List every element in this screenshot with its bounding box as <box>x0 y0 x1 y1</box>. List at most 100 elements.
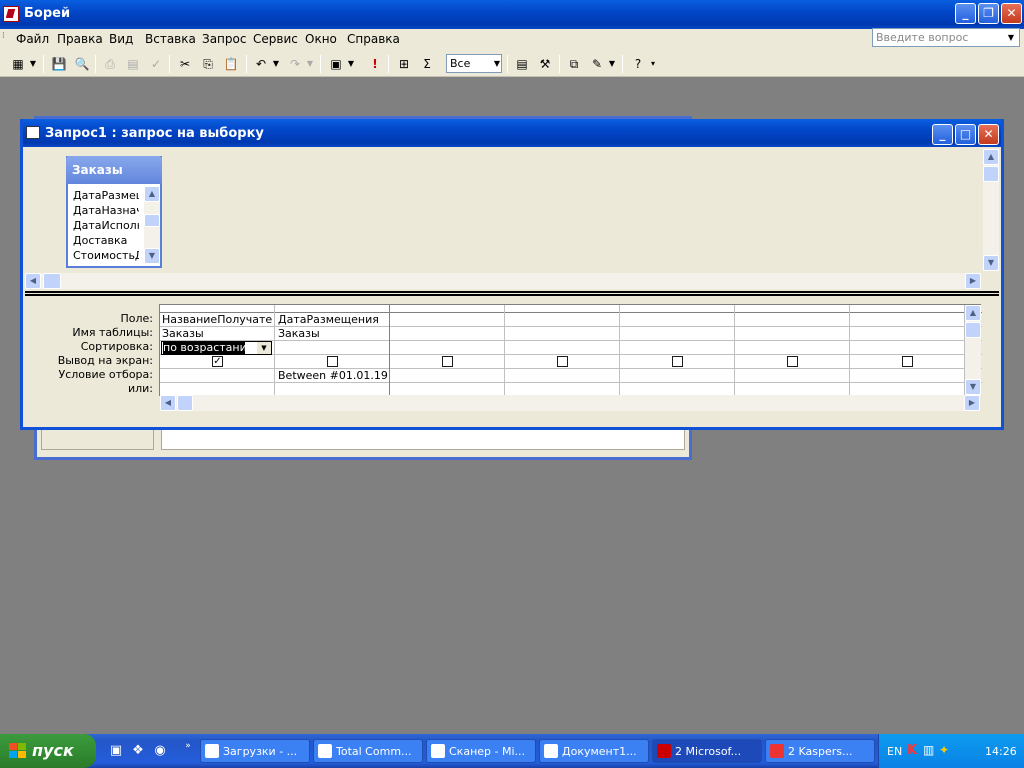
show-checkbox[interactable] <box>787 356 798 367</box>
menu-window[interactable]: Окно <box>305 32 337 46</box>
query-maximize-button[interactable]: □ <box>955 124 976 145</box>
datasheet-view-icon[interactable]: ▦ <box>9 55 27 73</box>
paste-icon[interactable]: 📋 <box>222 55 240 73</box>
help-icon[interactable]: ? <box>629 55 647 73</box>
chevron-down-icon[interactable]: ▼ <box>305 55 315 73</box>
chevron-down-icon[interactable]: ▼ <box>607 55 617 73</box>
grid-table-cell[interactable]: Заказы <box>162 327 272 340</box>
scroll-thumb[interactable] <box>177 395 193 411</box>
tray-app-icon[interactable]: ✦ <box>939 743 949 757</box>
show-checkbox[interactable] <box>672 356 683 367</box>
taskbar-button-label: Загрузки - ... <box>223 745 298 758</box>
chevron-down-icon[interactable]: ▼ <box>28 55 38 73</box>
taskbar-button[interactable]: Total Comm... <box>313 739 423 763</box>
restore-button[interactable]: ❐ <box>978 3 999 24</box>
build-icon[interactable]: ⚒ <box>536 55 554 73</box>
show-checkbox[interactable] <box>902 356 913 367</box>
query-close-button[interactable]: ✕ <box>978 124 999 145</box>
chevron-down-icon[interactable]: ▼ <box>1004 29 1018 46</box>
run-icon[interactable]: ! <box>366 55 384 73</box>
grid-hscroll[interactable]: ◀ ▶ <box>160 395 980 411</box>
new-object-icon[interactable]: ✎ <box>588 55 606 73</box>
scroll-left-icon[interactable]: ◀ <box>160 395 176 411</box>
pane-splitter[interactable] <box>25 291 999 296</box>
menu-file[interactable]: Файл <box>16 32 49 46</box>
show-checkbox[interactable] <box>327 356 338 367</box>
sort-dropdown[interactable]: по возрастанию ▼ <box>161 341 272 355</box>
taskbar-button[interactable]: Документ1... <box>539 739 649 763</box>
chevron-down-icon[interactable]: ▾ <box>648 55 658 73</box>
minimize-button[interactable]: _ <box>955 3 976 24</box>
copy-icon[interactable]: ⎘ <box>199 55 217 73</box>
menu-tools[interactable]: Сервис <box>253 32 298 46</box>
language-indicator[interactable]: EN <box>887 745 902 758</box>
scroll-up-icon[interactable]: ▲ <box>965 305 981 321</box>
clock[interactable]: 14:26 <box>985 745 1017 758</box>
show-checkbox[interactable] <box>442 356 453 367</box>
menu-insert[interactable]: Вставка <box>145 32 196 46</box>
spelling-icon[interactable]: ✓ <box>147 55 165 73</box>
taskbar-button[interactable]: 2 Kaspers... <box>765 739 875 763</box>
menu-help[interactable]: Справка <box>347 32 400 46</box>
show-checkbox[interactable]: ✓ <box>212 356 223 367</box>
taskbar-button[interactable]: Загрузки - ... <box>200 739 310 763</box>
quicklaunch-app-icon[interactable]: ❖ <box>130 743 146 759</box>
chevron-down-icon[interactable]: ▼ <box>271 55 281 73</box>
scroll-down-icon[interactable]: ▼ <box>983 255 999 271</box>
toolbar-separator <box>622 55 623 73</box>
scroll-thumb[interactable] <box>983 166 999 182</box>
menu-query[interactable]: Запрос <box>202 32 246 46</box>
row-label-field: Поле: <box>120 312 153 325</box>
print-icon[interactable]: ⎙ <box>101 55 119 73</box>
database-window-icon[interactable]: ⧉ <box>565 55 583 73</box>
scroll-down-icon[interactable]: ▼ <box>965 379 981 395</box>
grid-table-cell[interactable]: Заказы <box>278 327 388 340</box>
chevron-down-icon[interactable]: ▼ <box>257 342 271 354</box>
save-icon[interactable]: 💾 <box>50 55 68 73</box>
chevron-down-icon[interactable]: ▼ <box>494 55 500 72</box>
quicklaunch-media-icon[interactable]: ◉ <box>152 743 168 759</box>
chevron-down-icon[interactable]: ▼ <box>346 55 356 73</box>
query-design-window: Запрос1 : запрос на выборку _ □ ✕ Заказы… <box>20 119 1004 430</box>
quicklaunch-save-icon[interactable]: ▣ <box>108 743 124 759</box>
network-tray-icon[interactable]: ▥ <box>923 743 934 757</box>
start-button[interactable]: пуск <box>0 734 96 768</box>
quicklaunch-expand-icon[interactable]: » <box>180 738 196 754</box>
ask-question-placeholder: Введите вопрос <box>876 31 969 44</box>
toolbar-separator <box>43 55 44 73</box>
undo-icon[interactable]: ↶ <box>252 55 270 73</box>
properties-icon[interactable]: ▤ <box>513 55 531 73</box>
close-button[interactable]: ✕ <box>1001 3 1022 24</box>
scroll-right-icon[interactable]: ▶ <box>964 395 980 411</box>
scroll-thumb[interactable] <box>965 322 981 338</box>
query-minimize-button[interactable]: _ <box>932 124 953 145</box>
grid-field-cell[interactable]: НазваниеПолучателя <box>162 313 272 326</box>
table-pane-hscroll[interactable]: ◀ ▶ <box>25 273 981 289</box>
taskbar-button[interactable]: Сканер - Mi... <box>426 739 536 763</box>
scroll-right-icon[interactable]: ▶ <box>965 273 981 289</box>
row-label-table: Имя таблицы: <box>72 326 153 339</box>
ask-question-box[interactable]: Введите вопрос ▼ <box>872 28 1020 47</box>
print-preview-icon[interactable]: 🔍 <box>73 55 91 73</box>
menu-view[interactable]: Вид <box>109 32 133 46</box>
grid-vscroll[interactable]: ▲ ▼ <box>965 305 981 396</box>
show-checkbox[interactable] <box>557 356 568 367</box>
grid-criteria-cell[interactable]: Between #01.01.1998# And #31.12.1998# <box>278 369 388 382</box>
redo-icon[interactable]: ↷ <box>286 55 304 73</box>
grid-field-cell[interactable]: ДатаРазмещения <box>278 313 388 326</box>
taskbar-button-active[interactable]: 2 Microsof... <box>652 739 762 763</box>
totals-icon[interactable]: Σ <box>418 55 436 73</box>
app-title: Борей <box>24 6 71 21</box>
menu-edit[interactable]: Правка <box>57 32 103 46</box>
access-app-icon[interactable] <box>3 6 19 22</box>
cut-icon[interactable]: ✂ <box>176 55 194 73</box>
scroll-up-icon[interactable]: ▲ <box>983 149 999 165</box>
show-table-icon[interactable]: ⊞ <box>395 55 413 73</box>
top-values-combo[interactable]: Все ▼ <box>446 54 502 73</box>
toolbar-separator <box>388 55 389 73</box>
table-pane: Заказы ДатаРазмещения ДатаНазначения Дат… <box>25 149 999 275</box>
table-pane-vscroll[interactable]: ▲ ▼ <box>983 149 999 271</box>
query-type-icon[interactable]: ▣ <box>327 55 345 73</box>
preview-icon[interactable]: ▤ <box>124 55 142 73</box>
kaspersky-tray-icon[interactable]: K <box>907 743 917 758</box>
